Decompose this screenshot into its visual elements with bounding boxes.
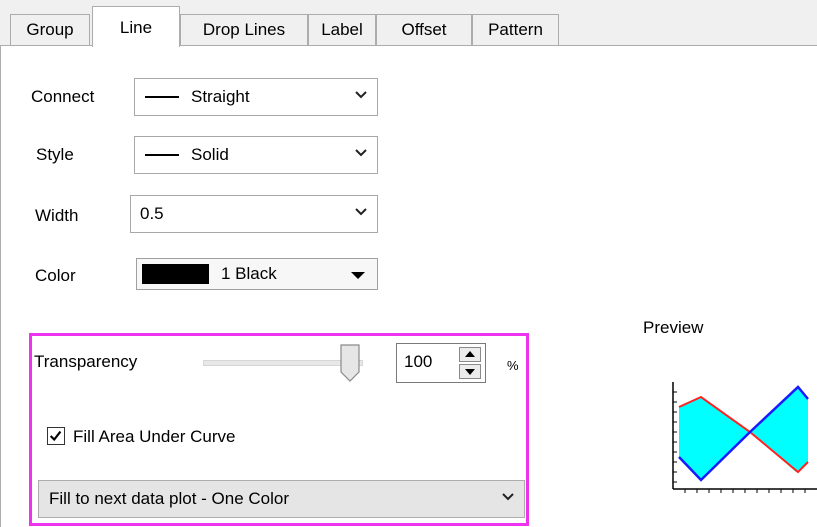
tab-group[interactable]: Group (10, 14, 90, 45)
preview-image (672, 382, 817, 493)
style-value: Solid (191, 145, 229, 164)
slider-thumb[interactable] (340, 344, 360, 382)
line-sample-icon (145, 96, 179, 98)
checkmark-icon (49, 430, 62, 442)
style-label: Style (36, 145, 74, 164)
width-dropdown[interactable]: 0.5 (130, 195, 378, 233)
width-label: Width (35, 206, 79, 225)
tab-line[interactable]: Line (92, 6, 180, 47)
transparency-label: Transparency (34, 352, 138, 371)
preview-label: Preview (643, 318, 704, 337)
transparency-slider[interactable] (203, 360, 363, 366)
percent-unit: % (507, 358, 519, 373)
tab-label[interactable]: Label (308, 14, 376, 45)
connect-label: Connect (31, 87, 95, 106)
tab-offset[interactable]: Offset (376, 14, 472, 45)
chevron-down-icon (355, 91, 367, 99)
fill-area-label: Fill Area Under Curve (73, 427, 236, 446)
style-dropdown[interactable]: Solid (134, 136, 378, 174)
color-value: 1 Black (221, 264, 277, 283)
connect-dropdown[interactable]: Straight (134, 78, 378, 116)
chevron-down-icon (502, 493, 514, 501)
line-sample-icon (145, 154, 179, 156)
fill-mode-dropdown[interactable]: Fill to next data plot - One Color (38, 480, 525, 518)
chevron-down-icon (355, 208, 367, 216)
tab-pattern[interactable]: Pattern (472, 14, 559, 45)
transparency-spinner[interactable]: 100 (396, 343, 486, 383)
fill-area-checkbox[interactable] (47, 427, 65, 445)
transparency-value: 100 (404, 352, 433, 371)
color-label: Color (35, 266, 76, 285)
tab-drop-lines[interactable]: Drop Lines (180, 14, 308, 45)
color-swatch (142, 264, 209, 284)
color-dropdown[interactable]: 1 Black (136, 258, 378, 290)
connect-value: Straight (191, 87, 250, 106)
spin-up-button[interactable] (459, 347, 481, 362)
chevron-down-icon (355, 149, 367, 157)
tab-strip: Group Line Drop Lines Label Offset Patte… (0, 0, 817, 47)
width-value: 0.5 (140, 204, 164, 223)
spin-down-button[interactable] (459, 364, 481, 379)
fill-mode-value: Fill to next data plot - One Color (49, 489, 290, 508)
dropdown-arrow-icon (351, 272, 365, 279)
